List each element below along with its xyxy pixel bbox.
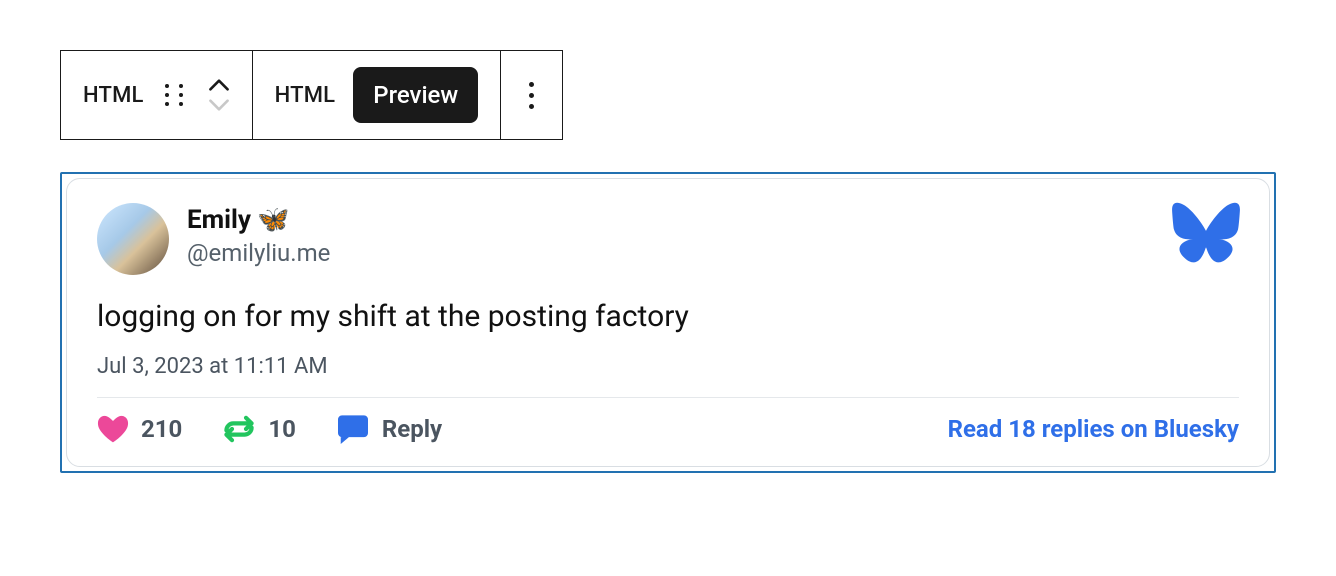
move-up-button[interactable] xyxy=(208,79,230,91)
like-button[interactable]: 210 xyxy=(97,414,182,444)
avatar[interactable] xyxy=(97,203,169,275)
more-options-cell xyxy=(501,51,562,139)
post-header: Emily 🦋 @emilyliu.me xyxy=(97,203,1239,275)
butterfly-emoji-icon: 🦋 xyxy=(257,207,289,233)
block-type-cell: HTML xyxy=(61,51,253,139)
html-preview-tabs: HTML Preview xyxy=(253,51,502,139)
tab-preview[interactable]: Preview xyxy=(353,67,478,123)
drag-handle-icon[interactable] xyxy=(162,83,186,107)
tab-html[interactable]: HTML xyxy=(275,83,336,108)
block-toolbar: HTML HTML Preview xyxy=(60,50,563,140)
read-replies-link[interactable]: Read 18 replies on Bluesky xyxy=(948,415,1239,443)
post-text: logging on for my shift at the posting f… xyxy=(97,297,1239,336)
like-count: 210 xyxy=(141,415,182,443)
repost-button[interactable]: 10 xyxy=(222,415,296,443)
bluesky-logo-icon[interactable] xyxy=(1169,201,1243,267)
repost-count: 10 xyxy=(268,415,296,443)
block-movers xyxy=(204,79,230,111)
more-options-button[interactable] xyxy=(523,82,540,109)
repost-icon xyxy=(222,415,256,443)
display-name-text: Emily xyxy=(187,205,251,235)
reply-button[interactable]: Reply xyxy=(336,414,442,444)
reply-label: Reply xyxy=(382,415,442,443)
post-actions: 210 10 Reply Read 18 replies on Bluesky xyxy=(97,414,1239,444)
reply-icon xyxy=(336,414,370,444)
block-type-label[interactable]: HTML xyxy=(83,83,144,108)
handle[interactable]: @emilyliu.me xyxy=(187,239,330,267)
block-selection[interactable]: Emily 🦋 @emilyliu.me logging on for my s… xyxy=(60,172,1276,473)
display-name[interactable]: Emily 🦋 xyxy=(187,205,330,235)
divider xyxy=(97,397,1239,398)
heart-icon xyxy=(97,414,129,444)
timestamp[interactable]: Jul 3, 2023 at 11:11 AM xyxy=(97,354,1239,379)
move-down-button[interactable] xyxy=(208,99,230,111)
bluesky-embed-card: Emily 🦋 @emilyliu.me logging on for my s… xyxy=(66,178,1270,467)
